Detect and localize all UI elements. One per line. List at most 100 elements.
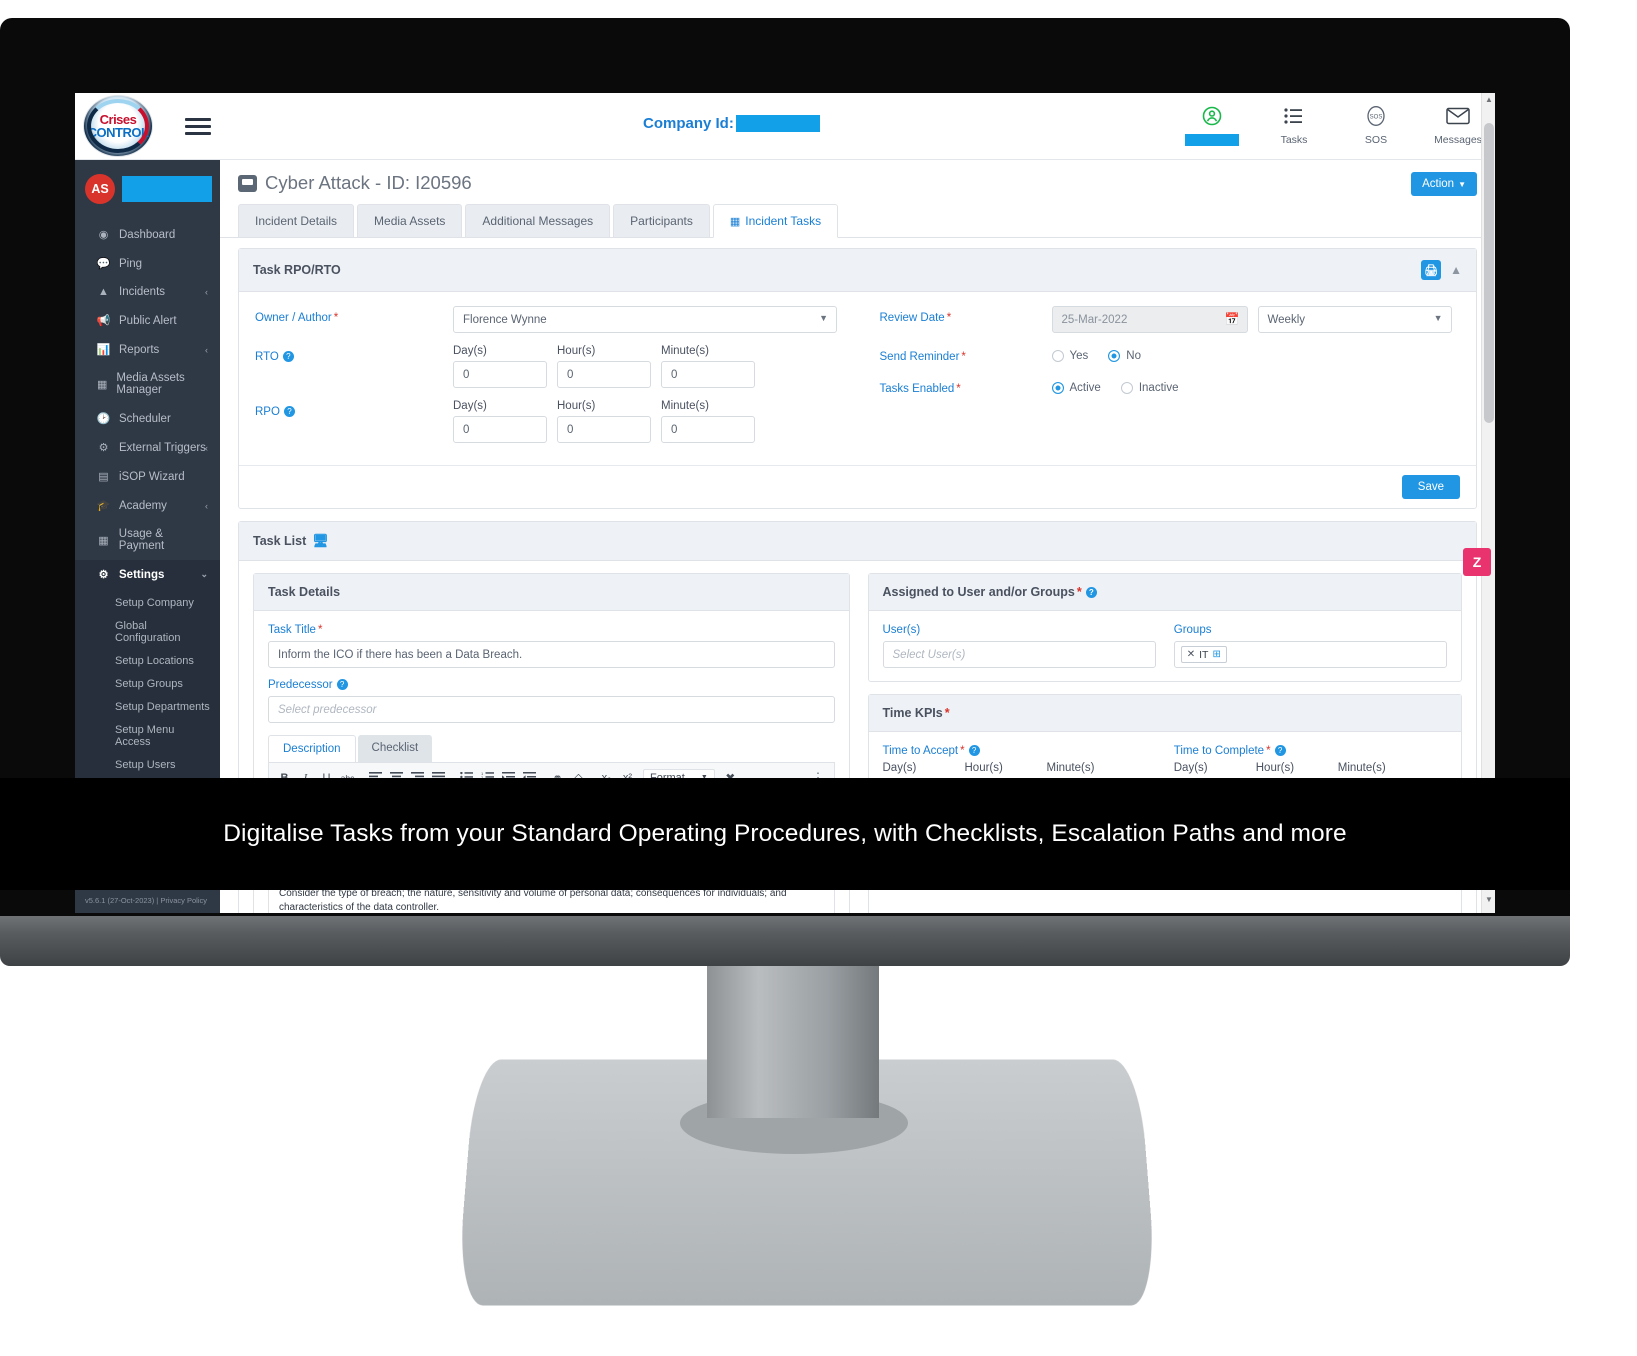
- monitor-bezel: Crises CONTROL Company Id: Tasks SOS SOS…: [0, 18, 1570, 948]
- rto-days-input[interactable]: 0: [453, 361, 547, 388]
- help-icon[interactable]: ?: [284, 406, 295, 417]
- reminder-no-label: No: [1126, 350, 1141, 362]
- tab-label: Incident Tasks: [745, 214, 821, 228]
- rpo-days-input[interactable]: 0: [453, 416, 547, 443]
- collapse-chevron-up-icon[interactable]: ▲: [1450, 263, 1462, 277]
- sidebar-item-public-alert[interactable]: 📢 Public Alert: [75, 306, 220, 335]
- sidebar-profile[interactable]: AS: [75, 160, 220, 220]
- sidebar-item-academy[interactable]: 🎓 Academy ‹: [75, 491, 220, 520]
- sidebar-version-footer[interactable]: v5.6.1 (27-Oct-2023) | Privacy Policy: [75, 888, 220, 913]
- megaphone-icon: 📢: [97, 314, 110, 327]
- required-asterisk: *: [960, 745, 964, 757]
- rto-label: RTO?: [255, 345, 453, 363]
- time-to-accept-label: Time to Accept *?: [883, 745, 1156, 757]
- help-icon[interactable]: ?: [1086, 587, 1097, 598]
- user-status-icon-button[interactable]: [1185, 103, 1239, 151]
- help-icon[interactable]: ?: [283, 351, 294, 362]
- sidebar-item-media-assets-manager[interactable]: ▦ Media Assets Manager: [75, 364, 220, 404]
- groups-select[interactable]: ✕ IT ⊞: [1174, 641, 1447, 668]
- action-button[interactable]: Action ▼: [1411, 172, 1477, 196]
- tasks-inactive-radio[interactable]: Inactive: [1121, 382, 1179, 394]
- reminder-no-radio[interactable]: No: [1108, 350, 1141, 362]
- task-rpo-rto-panel: Task RPO/RTO 🖨 ▲ Owner / Author * Floren…: [238, 248, 1477, 509]
- tasks-tab-icon: ▦: [730, 216, 740, 228]
- rpo-time-group: Day(s) 0 Hour(s) 0 Minute(s) 0: [453, 400, 755, 443]
- scroll-up-icon[interactable]: ▲: [1482, 95, 1495, 111]
- scroll-down-icon[interactable]: ▼: [1482, 895, 1495, 911]
- tab-description[interactable]: Description: [268, 735, 356, 762]
- sidebar-subitem-setup-groups[interactable]: Setup Groups: [75, 672, 220, 695]
- sidebar-item-isop-wizard[interactable]: ▤ iSOP Wizard: [75, 462, 220, 491]
- tasks-active-radio[interactable]: Active: [1052, 382, 1101, 394]
- rpo-hours-input[interactable]: 0: [557, 416, 651, 443]
- menu-toggle-icon[interactable]: [185, 118, 211, 135]
- messages-icon-label: Messages: [1431, 134, 1485, 146]
- action-button-label: Action: [1422, 178, 1454, 190]
- reminder-yes-radio[interactable]: Yes: [1052, 350, 1089, 362]
- users-select[interactable]: Select User(s): [883, 641, 1156, 668]
- sidebar-item-scheduler[interactable]: 🕑 Scheduler: [75, 404, 220, 433]
- sidebar-item-label: Public Alert: [119, 315, 177, 327]
- predecessor-input[interactable]: Select predecessor: [268, 696, 835, 723]
- sidebar-subitem-setup-departments[interactable]: Setup Departments: [75, 695, 220, 718]
- review-date-input[interactable]: 25-Mar-2022: [1052, 306, 1248, 333]
- screenshot-stage: Crises CONTROL Company Id: Tasks SOS SOS…: [0, 0, 1637, 1356]
- description-paragraph: Consider the type of breach; the nature,…: [279, 887, 824, 914]
- task-title-label: Task Title *: [268, 624, 835, 636]
- gear-icon: ⚙: [97, 568, 110, 581]
- scrollbar-thumb[interactable]: [1484, 123, 1494, 423]
- tasks-icon-button[interactable]: Tasks: [1267, 103, 1321, 146]
- sidebar-item-reports[interactable]: 📊 Reports ‹: [75, 335, 220, 364]
- sidebar-subitem-setup-company[interactable]: Setup Company: [75, 591, 220, 614]
- sidebar-subitem-global-configuration[interactable]: Global Configuration: [75, 614, 220, 649]
- document-icon: ▤: [97, 470, 110, 483]
- tasks-active-label: Active: [1070, 382, 1101, 394]
- calendar-icon[interactable]: 📅: [1225, 312, 1240, 326]
- tab-additional-messages[interactable]: Additional Messages: [465, 204, 610, 237]
- sos-icon-button[interactable]: SOS SOS: [1349, 103, 1403, 146]
- sidebar-item-settings[interactable]: ⚙ Settings ⌄: [75, 560, 220, 589]
- rpo-label: RPO?: [255, 400, 453, 418]
- required-asterisk: *: [945, 706, 950, 720]
- remove-tag-icon[interactable]: ✕: [1187, 649, 1195, 660]
- page-header: Cyber Attack - ID: I20596: [220, 160, 1495, 200]
- help-icon[interactable]: ?: [1275, 745, 1286, 756]
- rto-minutes-input[interactable]: 0: [661, 361, 755, 388]
- owner-author-select[interactable]: Florence Wynne: [453, 306, 837, 333]
- feedback-floating-button[interactable]: Z: [1463, 548, 1491, 576]
- task-title-input[interactable]: Inform the ICO if there has been a Data …: [268, 641, 835, 668]
- sidebar-subitem-setup-locations[interactable]: Setup Locations: [75, 649, 220, 672]
- required-asterisk: *: [1266, 745, 1270, 757]
- user-status-icon: [1185, 103, 1239, 129]
- add-tag-icon[interactable]: ⊞: [1212, 649, 1220, 660]
- sidebar-subitem-setup-users[interactable]: Setup Users: [75, 753, 220, 776]
- group-tag-it[interactable]: ✕ IT ⊞: [1181, 646, 1227, 663]
- sidebar-item-usage-payment[interactable]: ▦ Usage & Payment: [75, 520, 220, 560]
- sidebar-item-dashboard[interactable]: ◉ Dashboard: [75, 220, 220, 249]
- crises-control-logo[interactable]: Crises CONTROL: [83, 95, 153, 157]
- sidebar-item-external-triggers[interactable]: ⚙ External Triggers ‹: [75, 433, 220, 462]
- save-button[interactable]: Save: [1402, 475, 1460, 499]
- user-name-redacted: [1185, 134, 1239, 146]
- review-frequency-select[interactable]: Weekly: [1258, 306, 1452, 333]
- tab-incident-tasks[interactable]: ▦ Incident Tasks: [713, 204, 838, 238]
- tab-participants[interactable]: Participants: [613, 204, 710, 237]
- send-reminder-radio-group: Yes No: [1052, 345, 1141, 362]
- tab-media-assets[interactable]: Media Assets: [357, 204, 462, 237]
- rpo-minutes-input[interactable]: 0: [661, 416, 755, 443]
- rto-hours-input[interactable]: 0: [557, 361, 651, 388]
- sidebar-item-incidents[interactable]: ▲ Incidents ‹: [75, 278, 220, 306]
- sidebar-subitem-setup-menu-access[interactable]: Setup Menu Access: [75, 718, 220, 753]
- tasks-icon-label: Tasks: [1267, 134, 1321, 146]
- tab-checklist[interactable]: Checklist: [358, 735, 433, 762]
- chevron-left-icon: ‹: [205, 501, 208, 511]
- help-icon[interactable]: ?: [969, 745, 980, 756]
- time-to-complete-label: Time to Complete *?: [1174, 745, 1447, 757]
- monitor-icon[interactable]: 🖥: [312, 533, 329, 549]
- task-details-title: Task Details: [254, 574, 849, 611]
- messages-icon-button[interactable]: Messages: [1431, 103, 1485, 146]
- help-icon[interactable]: ?: [337, 679, 348, 690]
- tab-incident-details[interactable]: Incident Details: [238, 204, 354, 237]
- print-icon[interactable]: 🖨: [1421, 260, 1441, 280]
- sidebar-item-ping[interactable]: 💬 Ping: [75, 249, 220, 278]
